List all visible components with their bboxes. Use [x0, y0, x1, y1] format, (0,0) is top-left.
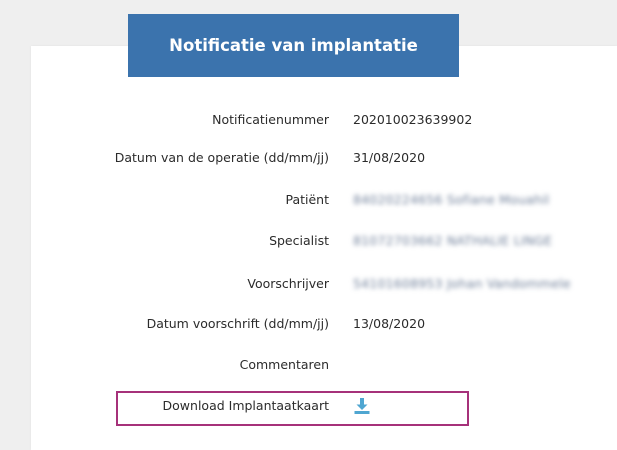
field-value: 13/08/2020	[353, 316, 426, 331]
page-title: Notificatie van implantatie	[169, 36, 418, 55]
field-patient: Patiënt 84020224656 Sofiane Mouahil	[31, 192, 617, 212]
page-title-tab: Notificatie van implantatie	[128, 14, 459, 77]
field-prescription-date: Datum voorschrift (dd/mm/jj) 13/08/2020	[31, 316, 617, 336]
download-row: Download Implantaatkaart	[31, 398, 617, 418]
field-label: Specialist	[269, 233, 329, 248]
field-prescriber: Voorschrijver 54101608953 Johan Vandomme…	[31, 276, 617, 296]
download-icon[interactable]	[353, 397, 371, 415]
field-label: Datum van de operatie (dd/mm/jj)	[114, 150, 329, 165]
field-value-redacted: 81072703662 NATHALIE LINGE	[353, 233, 553, 248]
field-comments: Commentaren	[31, 357, 617, 377]
field-operation-date: Datum van de operatie (dd/mm/jj) 31/08/2…	[31, 150, 617, 170]
field-notification-number: Notificatienummer 202010023639902	[31, 112, 617, 132]
field-specialist: Specialist 81072703662 NATHALIE LINGE	[31, 233, 617, 253]
field-value: 202010023639902	[353, 112, 473, 127]
field-value: 31/08/2020	[353, 150, 426, 165]
field-value-redacted: 84020224656 Sofiane Mouahil	[353, 192, 550, 207]
field-label: Voorschrijver	[247, 276, 329, 291]
download-label: Download Implantaatkaart	[162, 398, 329, 413]
field-value-redacted: 54101608953 Johan Vandommele	[353, 276, 571, 291]
field-label: Patiënt	[285, 192, 329, 207]
field-label: Datum voorschrift (dd/mm/jj)	[146, 316, 329, 331]
field-label: Notificatienummer	[212, 112, 329, 127]
field-label: Commentaren	[239, 357, 329, 372]
